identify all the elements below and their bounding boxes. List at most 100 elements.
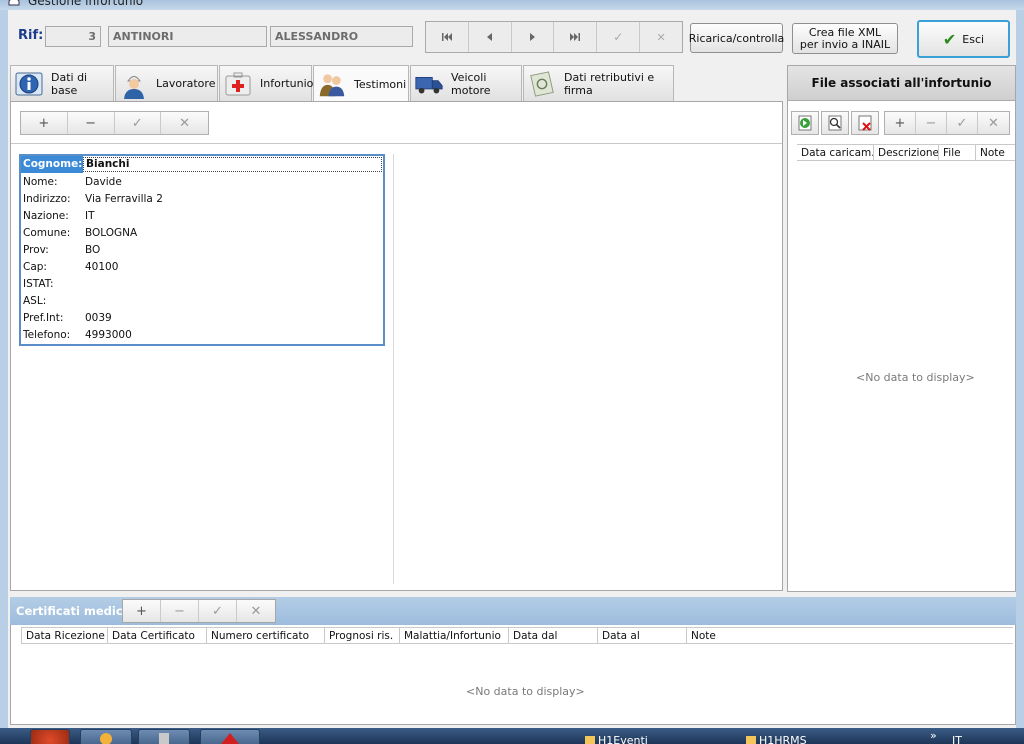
remove-file-button[interactable]: −	[916, 112, 947, 134]
cancel-record-button[interactable]: ✕	[640, 22, 682, 52]
taskbar-app-2[interactable]	[138, 729, 190, 744]
plus-icon: +	[38, 115, 50, 131]
os-taskbar: H1Eventi H1HRMS » IT	[0, 728, 1024, 744]
cancel-file-button[interactable]: ✕	[978, 112, 1009, 134]
cancel-certificate-button[interactable]: ✕	[237, 600, 275, 622]
col-file[interactable]: File	[939, 145, 976, 160]
upload-file-button[interactable]	[791, 111, 819, 135]
window-title: Gestione infortunio	[28, 0, 144, 8]
next-record-button[interactable]	[512, 22, 555, 52]
first-aid-icon	[224, 70, 252, 98]
window-titlebar: Gestione infortunio	[0, 0, 1024, 10]
tab-veicoli-motore[interactable]: Veicoli motore	[410, 65, 522, 101]
witness-toolbar: + − ✓ ✕	[20, 111, 209, 135]
witness-row-nome: Nome: Davide	[23, 175, 122, 188]
col-data-al[interactable]: Data al	[598, 628, 687, 643]
surname-field[interactable]: ANTINORI	[108, 26, 267, 47]
tab-infortunio[interactable]: Infortunio	[219, 65, 313, 101]
certificati-empty-text: <No data to display>	[466, 685, 585, 698]
col-prognosi[interactable]: Prognosi ris.	[325, 628, 400, 643]
tab-dati-di-base[interactable]: Dati di base	[10, 65, 114, 101]
witness-card[interactable]: Cognome: Bianchi Nome: Davide Indirizzo: Vi…	[19, 154, 385, 346]
create-xml-button[interactable]: Crea file XML per invio a INAIL	[792, 23, 898, 54]
col-numero-certificato[interactable]: Numero certificato	[207, 628, 325, 643]
add-file-button[interactable]: +	[885, 112, 916, 134]
witness-row-prov: Prov: BO	[23, 243, 101, 256]
remove-witness-button[interactable]: −	[68, 112, 115, 134]
worker-icon	[120, 70, 148, 99]
delete-file-button[interactable]	[851, 111, 879, 135]
taskbar-app-3[interactable]	[200, 729, 260, 744]
check-icon: ✓	[131, 115, 143, 131]
confirm-file-button[interactable]: ✓	[947, 112, 978, 134]
col-note[interactable]: Note	[976, 145, 1015, 160]
remove-certificate-button[interactable]: −	[161, 600, 199, 622]
app-folder-icon	[100, 733, 112, 744]
confirm-witness-button[interactable]: ✓	[115, 112, 162, 134]
taskbar-start-button[interactable]	[30, 729, 70, 744]
check-icon: ✓	[212, 603, 223, 619]
toolbar-divider	[11, 143, 782, 144]
rif-number-field[interactable]: 3	[45, 26, 101, 47]
tab-testimoni[interactable]: Testimoni	[313, 65, 409, 102]
card-column-divider	[393, 154, 394, 584]
witness-row-asl: ASL:	[23, 294, 47, 307]
firstname-field[interactable]: ALESSANDRO	[270, 26, 413, 47]
tab-lavoratore[interactable]: Lavoratore	[115, 65, 218, 101]
next-icon	[530, 33, 536, 41]
minus-icon: −	[85, 115, 97, 131]
certificati-grid: Data Ricezione Data Certificato Numero c…	[10, 625, 1016, 725]
witness-row-comune: Comune: BOLOGNA	[23, 226, 138, 239]
taskbar-label-eventi[interactable]: H1Eventi	[585, 734, 648, 744]
first-record-button[interactable]	[426, 22, 469, 52]
taskbar-app-1[interactable]	[80, 729, 132, 744]
check-icon: ✔	[942, 29, 957, 49]
witness-row-prefint: Pref.Int: 0039	[23, 311, 112, 324]
files-empty-text: <No data to display>	[856, 371, 975, 384]
confirm-record-button[interactable]: ✓	[597, 22, 641, 52]
files-icon-toolbar	[791, 111, 881, 135]
add-witness-button[interactable]: +	[21, 112, 68, 134]
certificati-bar: Certificati medici + − ✓ ✕	[10, 597, 1016, 625]
record-navigator: ✓ ✕	[425, 21, 683, 53]
taskbar-language[interactable]: IT	[952, 734, 962, 744]
preview-file-button[interactable]	[821, 111, 849, 135]
files-edit-toolbar: + − ✓ ✕	[884, 111, 1010, 135]
close-icon: ✕	[250, 603, 262, 619]
col-data-certificato[interactable]: Data Certificato	[108, 628, 207, 643]
prev-record-button[interactable]	[469, 22, 512, 52]
add-certificate-button[interactable]: +	[123, 600, 161, 622]
delete-file-icon	[858, 115, 872, 131]
cancel-witness-button[interactable]: ✕	[161, 112, 208, 134]
money-icon	[528, 70, 556, 98]
witness-row-nazione: Nazione: IT	[23, 209, 95, 222]
truck-icon	[415, 70, 443, 98]
witness-row-istat: ISTAT:	[23, 277, 54, 290]
app-icon	[8, 0, 20, 6]
files-panel: File associati all'infortunio + − ✓ ✕ Da…	[787, 65, 1016, 592]
col-data-ricezione[interactable]: Data Ricezione	[21, 628, 108, 643]
tab-dati-retributivi[interactable]: Dati retributivi e firma	[523, 65, 674, 101]
col-descrizione[interactable]: Descrizione	[874, 145, 939, 160]
reload-check-button[interactable]: Ricarica/controlla	[689, 23, 784, 53]
skip-last-icon	[570, 33, 581, 41]
col-cert-note[interactable]: Note	[687, 628, 1013, 643]
prev-icon	[487, 33, 493, 41]
close-icon: ✕	[988, 115, 999, 131]
exit-button[interactable]: ✔ Esci	[917, 20, 1010, 58]
last-record-button[interactable]	[554, 22, 598, 52]
witness-row-cognome: Cognome: Bianchi	[21, 156, 383, 173]
col-data-caricam[interactable]: Data caricam.	[797, 145, 874, 160]
plus-icon: +	[894, 115, 906, 131]
taskbar-label-hrms[interactable]: H1HRMS	[746, 734, 807, 744]
taskbar-overflow[interactable]: »	[930, 729, 937, 742]
tab-strip: Dati di base Lavoratore Infortunio Testi…	[10, 65, 675, 102]
files-grid-header: Data caricam. Descrizione File Note	[797, 144, 1015, 161]
check-icon: ✓	[613, 30, 624, 44]
minus-icon: −	[174, 603, 185, 619]
confirm-certificate-button[interactable]: ✓	[199, 600, 237, 622]
info-icon	[15, 70, 43, 98]
col-data-dal[interactable]: Data dal	[509, 628, 598, 643]
col-malattia-infortunio[interactable]: Malattia/Infortunio	[400, 628, 509, 643]
witness-panel: + − ✓ ✕ Cognome: Bianchi Nome: Davide Indi…	[10, 101, 783, 591]
